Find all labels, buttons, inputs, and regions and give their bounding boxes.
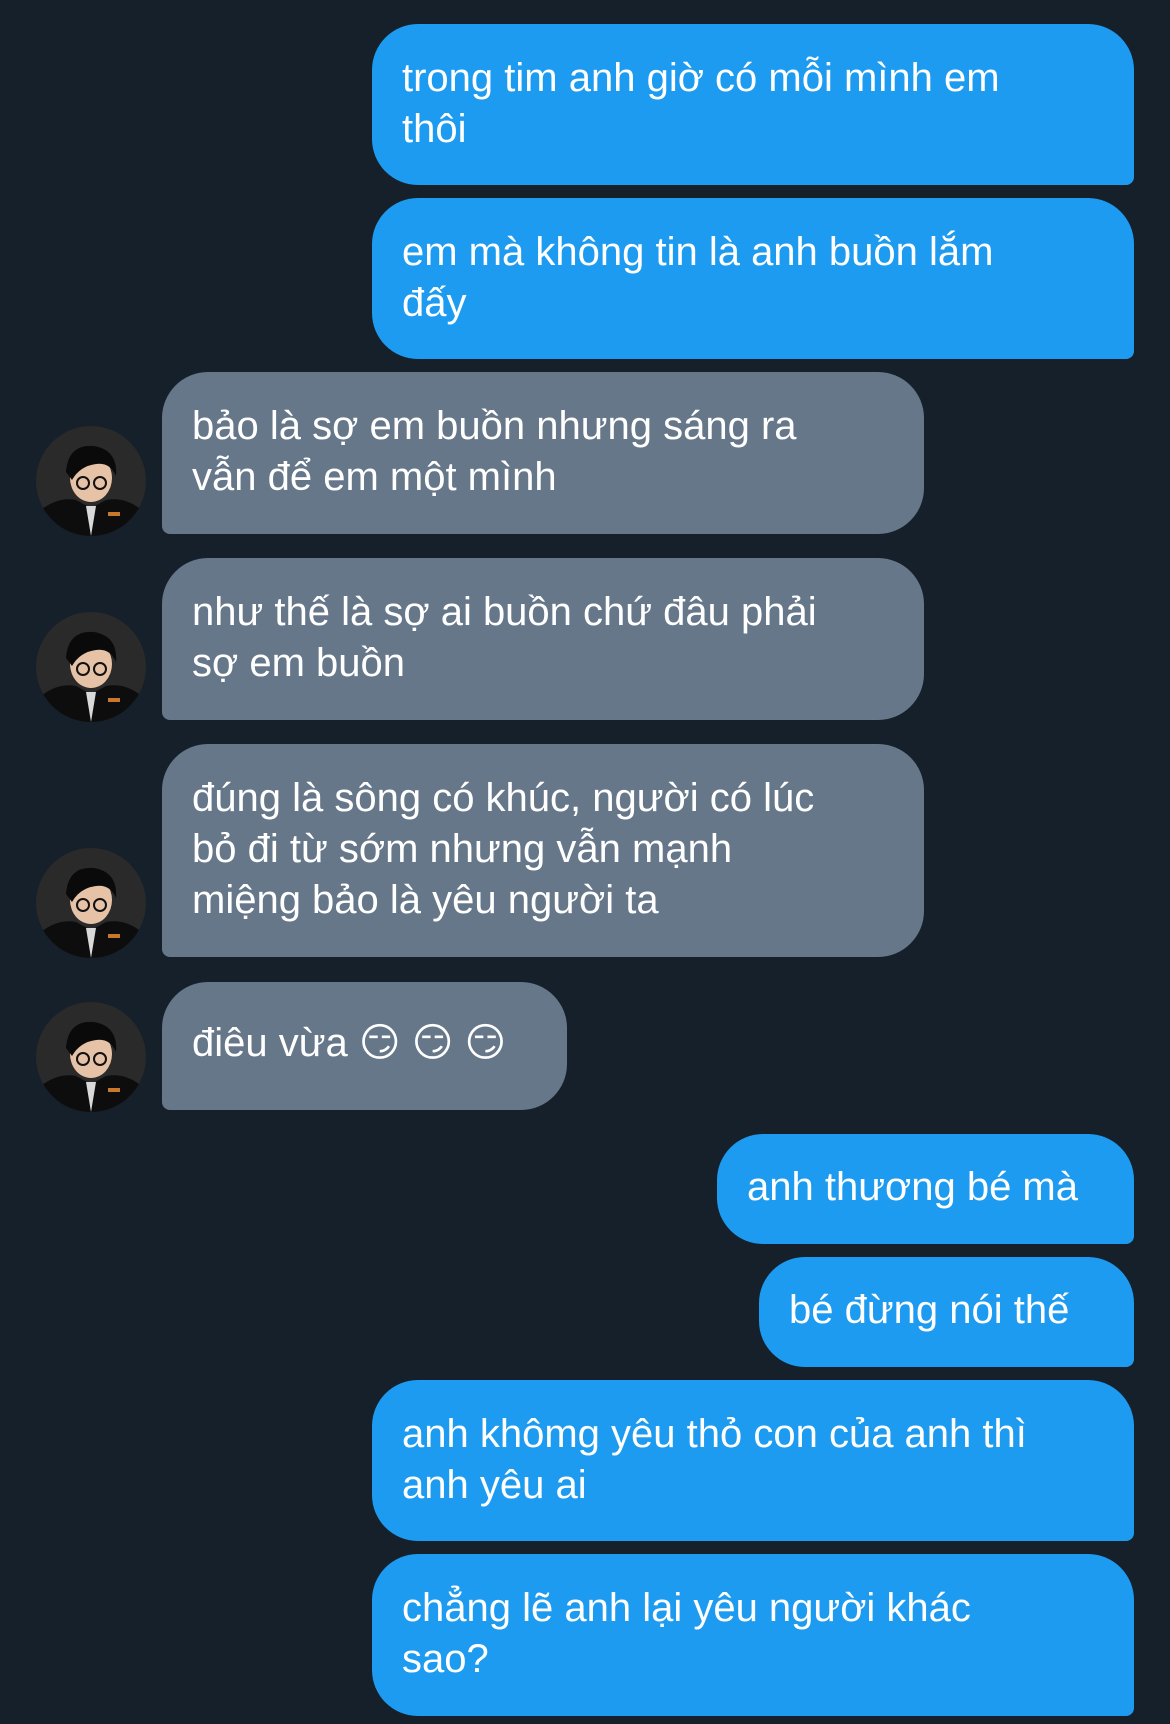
received-message-bubble[interactable]: điêu vừa 😏 😏 😏	[162, 982, 567, 1110]
sent-message-bubble[interactable]: bé đừng nói thế	[759, 1257, 1134, 1367]
sent-message-bubble[interactable]: trong tim anh giờ có mỗi mình em thôi	[372, 24, 1134, 185]
contact-avatar[interactable]	[36, 426, 146, 536]
contact-avatar[interactable]	[36, 848, 146, 958]
avatar-photo-icon	[36, 612, 146, 722]
contact-avatar[interactable]	[36, 1002, 146, 1112]
sent-message-bubble[interactable]: anh thương bé mà	[717, 1134, 1134, 1244]
avatar-photo-icon	[36, 1002, 146, 1112]
sent-message-bubble[interactable]: chẳng lẽ anh lại yêu người khác sao?	[372, 1554, 1134, 1716]
received-message-bubble[interactable]: như thế là sợ ai buồn chứ đâu phải sợ em…	[162, 558, 924, 720]
received-message-bubble[interactable]: đúng là sông có khúc, người có lúc bỏ đi…	[162, 744, 924, 957]
contact-avatar[interactable]	[36, 612, 146, 722]
avatar-photo-icon	[36, 848, 146, 958]
avatar-photo-icon	[36, 426, 146, 536]
sent-message-bubble[interactable]: anh khômg yêu thỏ con của anh thì anh yê…	[372, 1380, 1134, 1541]
message-thread: trong tim anh giờ có mỗi mình em thôi em…	[0, 0, 1170, 1724]
sent-message-bubble[interactable]: em mà không tin là anh buồn lắm đấy	[372, 198, 1134, 359]
received-message-bubble[interactable]: bảo là sợ em buồn nhưng sáng ra vẫn để e…	[162, 372, 924, 534]
